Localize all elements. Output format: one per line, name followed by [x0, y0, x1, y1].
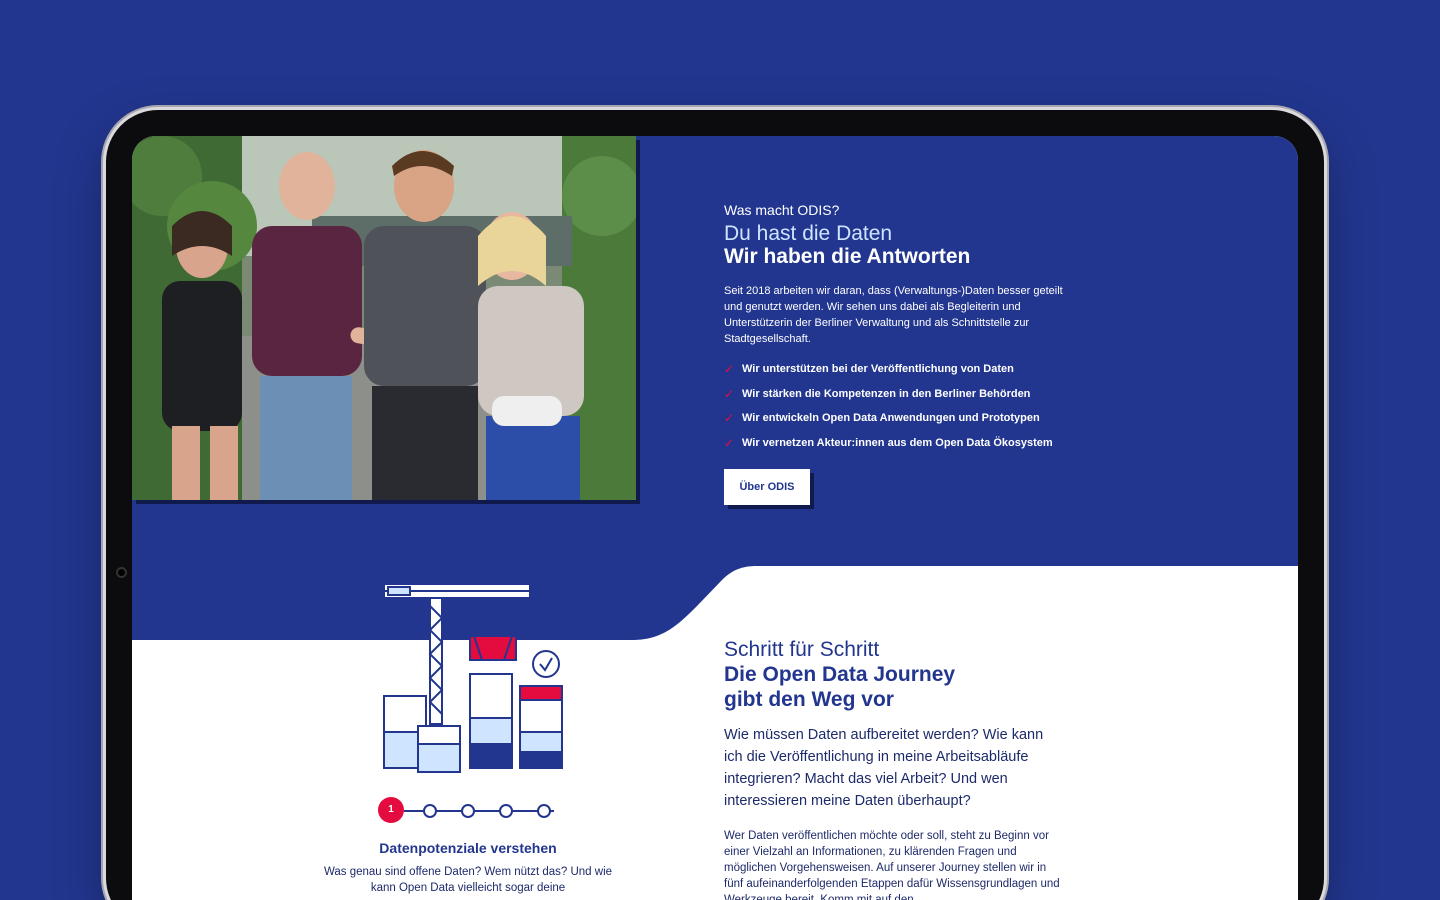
- journey-eyebrow: Schritt für Schritt: [724, 638, 880, 661]
- hero-headline-line1: Du hast die Daten: [724, 222, 893, 245]
- check-icon: ✓: [724, 362, 735, 377]
- checklist-item: ✓ Wir entwickeln Open Data Anwendungen un…: [724, 406, 1084, 431]
- journey-title-line1: Die Open Data Journey: [724, 663, 956, 687]
- step-description: Was genau sind offene Daten? Wem nützt d…: [323, 866, 613, 894]
- hero-checklist: ✓ Wir unterstützen bei der Veröffentlichu…: [724, 357, 1084, 455]
- hero-text-block: Was macht ODIS? Du hast die Daten Wir ha…: [724, 202, 1084, 506]
- journey-title-line2: gibt den Weg vor: [724, 688, 894, 712]
- checklist-item: ✓ Wir unterstützen bei der Veröffentlichu…: [724, 357, 1084, 382]
- tablet-screen: Was macht ODIS? Du hast die Daten Wir ha…: [132, 136, 1298, 900]
- checklist-item: ✓ Wir stärken die Kompetenzen in den Berl…: [724, 382, 1084, 407]
- journey-text-block: Schritt für Schritt Die Open Data Journe…: [724, 638, 1064, 900]
- team-photo: [132, 136, 636, 500]
- hero-eyebrow: Was macht ODIS?: [724, 202, 840, 218]
- checklist-item-label: Wir stärken die Kompetenzen in den Berli…: [742, 387, 1031, 400]
- check-icon: ✓: [724, 411, 735, 426]
- journey-lead-text: Wie müssen Daten aufbereitet werden? Wie…: [724, 727, 1044, 810]
- crane-illustration: [374, 576, 574, 776]
- step-1-indicator[interactable]: 1: [378, 797, 404, 823]
- step-4-dot[interactable]: [499, 804, 513, 818]
- check-icon: ✓: [724, 435, 735, 450]
- about-odis-button[interactable]: Über ODIS: [724, 469, 810, 506]
- step-3-dot[interactable]: [461, 804, 475, 818]
- section-wave-divider: [132, 566, 1298, 676]
- checklist-item-label: Wir vernetzen Akteur:innen aus dem Open …: [742, 436, 1053, 449]
- journey-body-text: Wer Daten veröffentlichen möchte oder so…: [724, 830, 1060, 900]
- checklist-item: ✓ Wir vernetzen Akteur:innen aus dem Open…: [724, 431, 1084, 456]
- step-2-dot[interactable]: [423, 804, 437, 818]
- tablet-camera: [116, 567, 127, 578]
- journey-stepper: 1: [378, 796, 558, 826]
- step-title: Datenpotenziale verstehen: [379, 840, 557, 856]
- step-5-dot[interactable]: [537, 804, 551, 818]
- hero-intro-text: Seit 2018 arbeiten wir daran, dass (Verw…: [724, 285, 1063, 346]
- checklist-item-label: Wir unterstützen bei der Veröffentlichun…: [742, 363, 1014, 376]
- checklist-item-label: Wir entwickeln Open Data Anwendungen und…: [742, 412, 1040, 425]
- hero-headline-line2: Wir haben die Antworten: [724, 245, 971, 269]
- check-icon: ✓: [724, 386, 735, 401]
